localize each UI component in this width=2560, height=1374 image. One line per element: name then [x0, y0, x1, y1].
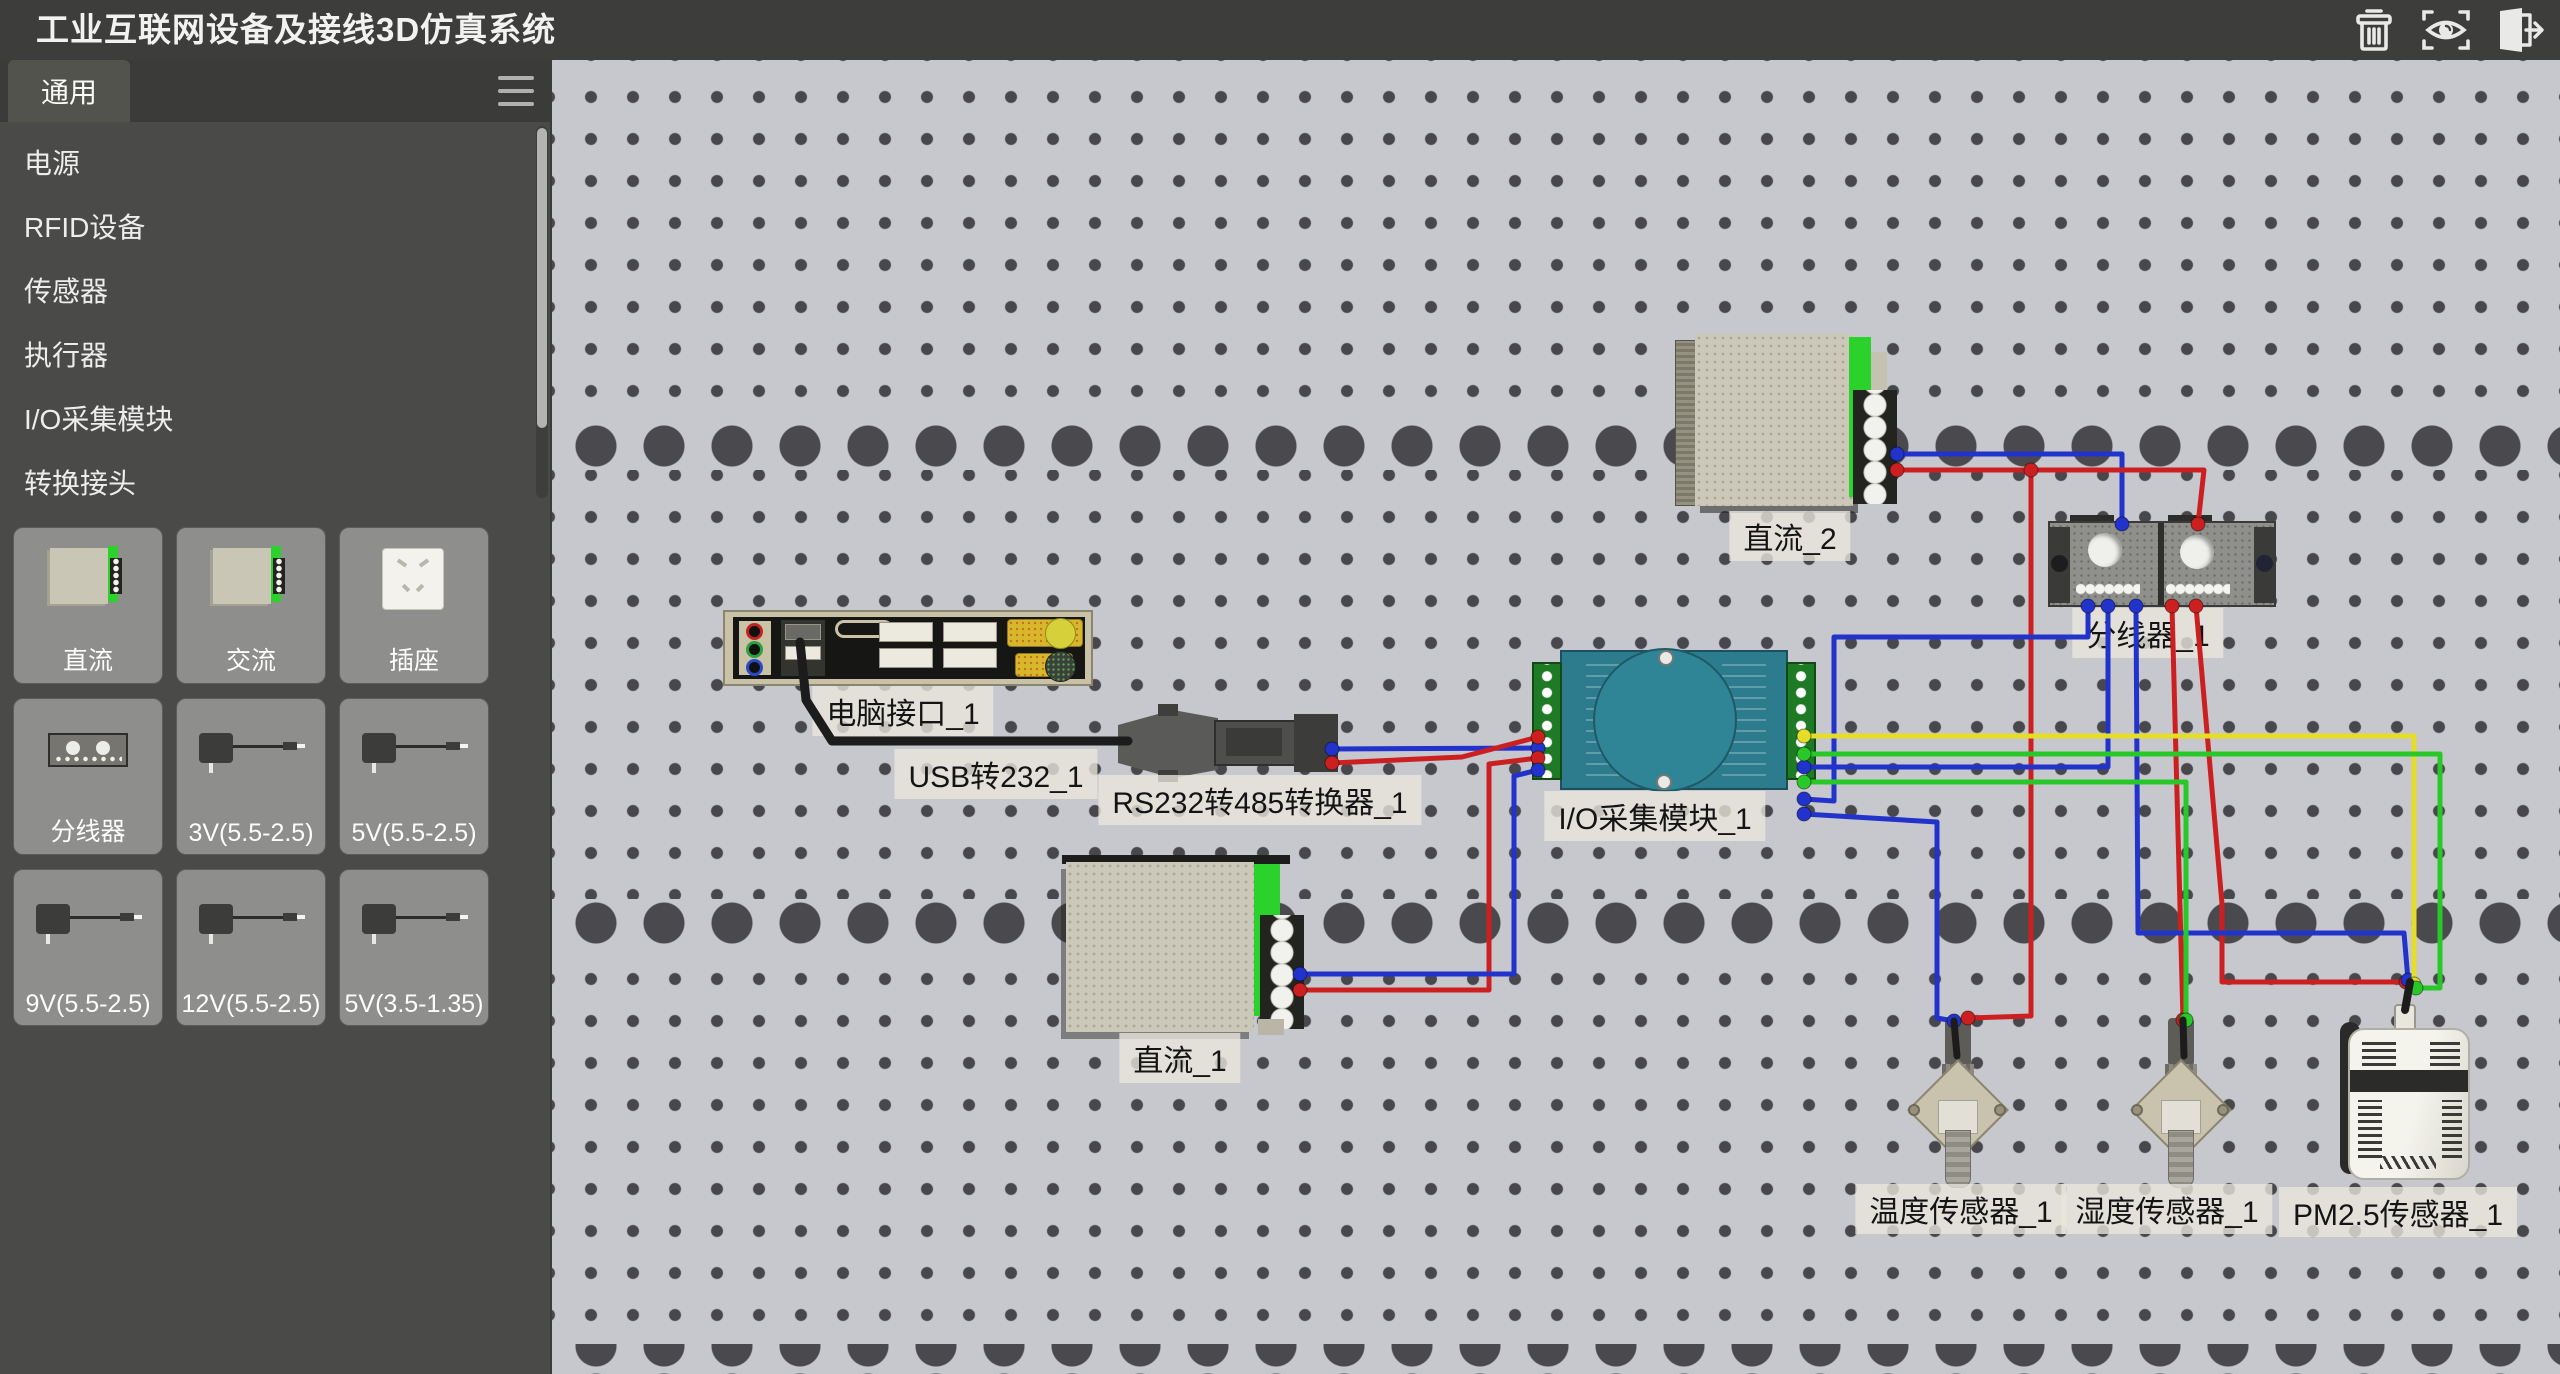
palette-card-adapter-8[interactable]: 5V(3.5-1.35) — [339, 869, 489, 1026]
sidebar-category-2[interactable]: 传感器 — [0, 260, 530, 324]
adapter-thumbnail — [340, 878, 488, 983]
device-humidity-sensor[interactable] — [2125, 1018, 2237, 1190]
palette-card-adapter-4[interactable]: 3V(5.5-2.5) — [176, 698, 326, 855]
palette-card-splitter-3[interactable]: 分线器 — [13, 698, 163, 855]
sidebar-category-5[interactable]: 转换接头 — [0, 452, 530, 516]
sidebar-category-3[interactable]: 执行器 — [0, 324, 530, 388]
pegboard-strip — [552, 422, 2560, 470]
view-focus-icon[interactable] — [2418, 5, 2474, 55]
usb-port — [785, 646, 821, 660]
psu-thumbnail — [14, 536, 162, 641]
audio-jack-blue — [746, 659, 763, 676]
sidebar-category-1[interactable]: RFID设备 — [0, 196, 530, 260]
io-terminal-right — [1786, 662, 1816, 780]
device-splitter[interactable] — [2048, 521, 2276, 609]
pegboard-strip — [552, 1344, 2560, 1374]
device-dc-power-2[interactable] — [1675, 332, 1901, 512]
device-label-io: I/O采集模块_1 — [1544, 791, 1765, 841]
device-label-dc2: 直流_2 — [1729, 511, 1850, 561]
palette-card-label: 5V(5.5-2.5) — [340, 819, 488, 848]
top-bar: 工业互联网设备及接线3D仿真系统 — [0, 0, 2560, 60]
adapter-thumbnail — [177, 878, 325, 983]
palette-card-label: 分线器 — [14, 812, 162, 848]
device-palette-grid: 直流交流插座分线器 3V(5.5-2.5) 5V(5.5-2.5) 9V(5.5-2.… — [13, 527, 505, 1040]
palette-card-label: 交流 — [177, 641, 325, 677]
audio-jack-green — [746, 641, 763, 658]
sidebar-menu: 电源RFID设备传感器执行器I/O采集模块转换接头 — [0, 132, 530, 516]
palette-card-psu-0[interactable]: 直流 — [13, 527, 163, 684]
palette-card-socket-2[interactable]: 插座 — [339, 527, 489, 684]
palette-card-label: 5V(3.5-1.35) — [340, 990, 488, 1019]
palette-card-label: 插座 — [340, 641, 488, 677]
device-label-dc1: 直流_1 — [1119, 1033, 1240, 1083]
device-pm25-sensor[interactable] — [2342, 1014, 2474, 1186]
usb-port — [943, 622, 997, 642]
palette-card-psu-1[interactable]: 交流 — [176, 527, 326, 684]
device-temp-sensor[interactable] — [1902, 1018, 2014, 1190]
psu-thumbnail — [177, 536, 325, 641]
sidebar-scrollbar-thumb[interactable] — [537, 128, 547, 428]
device-rs232-485-converter[interactable] — [1118, 708, 1340, 780]
sidebar-palette: 通用 电源RFID设备传感器执行器I/O采集模块转换接头 直流交流插座分线器 3V… — [0, 60, 552, 1374]
palette-card-adapter-6[interactable]: 9V(5.5-2.5) — [13, 869, 163, 1026]
usb-port — [943, 648, 997, 668]
device-label-rs232485: RS232转485转换器_1 — [1098, 775, 1421, 825]
palette-card-adapter-5[interactable]: 5V(5.5-2.5) — [339, 698, 489, 855]
sidebar-category-4[interactable]: I/O采集模块 — [0, 388, 530, 452]
menu-icon[interactable] — [498, 76, 534, 106]
device-pc-interface[interactable] — [723, 610, 1093, 686]
audio-jack-red — [746, 623, 763, 640]
adapter-thumbnail — [340, 707, 488, 812]
device-label-pm25: PM2.5传感器_1 — [2279, 1187, 2517, 1237]
toolbar — [2346, 5, 2546, 55]
app-window: 工业互联网设备及接线3D仿真系统 — [0, 0, 2560, 1374]
pegboard-strip — [552, 899, 2560, 947]
splitter-thumbnail — [14, 707, 162, 812]
device-label-humid: 湿度传感器_1 — [2061, 1184, 2272, 1234]
socket-thumbnail — [340, 536, 488, 641]
adapter-thumbnail — [177, 707, 325, 812]
palette-card-label: 12V(5.5-2.5) — [177, 990, 325, 1019]
tab-general[interactable]: 通用 — [8, 60, 130, 122]
usb-port — [879, 648, 933, 668]
app-title: 工业互联网设备及接线3D仿真系统 — [36, 0, 556, 60]
sidebar-header: 通用 — [0, 60, 552, 122]
device-label-temp: 温度传感器_1 — [1855, 1184, 2066, 1234]
device-label-usb232: USB转232_1 — [894, 749, 1097, 799]
device-io-module[interactable] — [1546, 650, 1802, 792]
palette-card-adapter-7[interactable]: 12V(5.5-2.5) — [176, 869, 326, 1026]
palette-card-label: 9V(5.5-2.5) — [14, 990, 162, 1019]
usb-port — [879, 622, 933, 642]
io-terminal-left — [1532, 662, 1562, 780]
palette-card-label: 直流 — [14, 641, 162, 677]
trash-icon[interactable] — [2346, 5, 2402, 55]
device-dc-power-1[interactable] — [1062, 855, 1302, 1037]
sidebar-category-0[interactable]: 电源 — [0, 132, 530, 196]
device-label-pc: 电脑接口_1 — [812, 686, 993, 736]
usb-port — [785, 624, 821, 640]
device-label-splitter: 分线器_1 — [2072, 608, 2223, 658]
exit-icon[interactable] — [2490, 5, 2546, 55]
palette-card-label: 3V(5.5-2.5) — [177, 819, 325, 848]
adapter-thumbnail — [14, 878, 162, 983]
